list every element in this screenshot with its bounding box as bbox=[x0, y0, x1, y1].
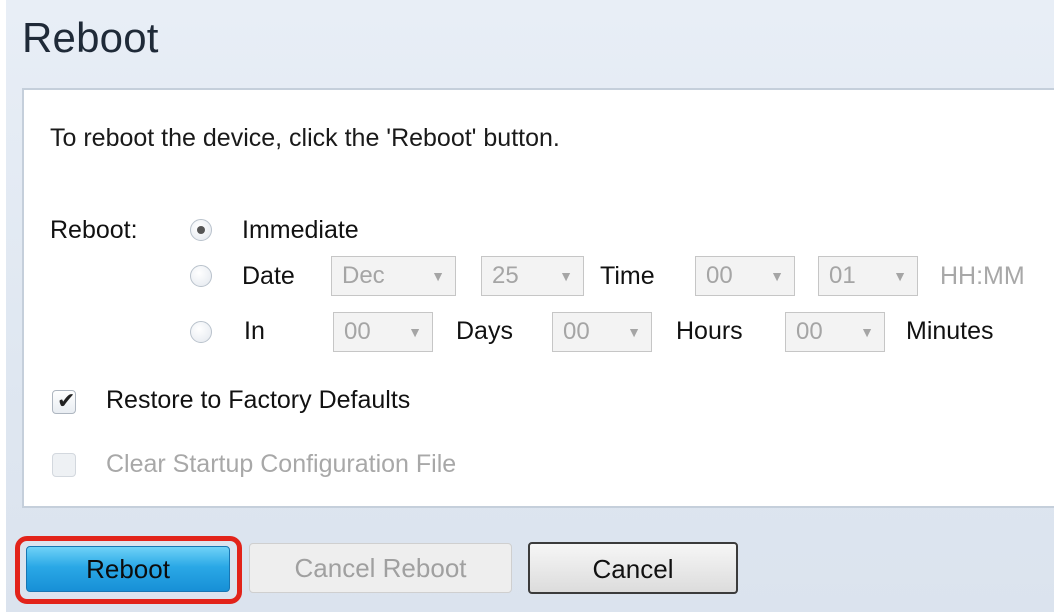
day-select[interactable]: 25 ▼ bbox=[481, 256, 584, 296]
minute-value: 01 bbox=[829, 262, 856, 289]
chevron-down-icon: ▼ bbox=[860, 324, 874, 340]
minute-select[interactable]: 01 ▼ bbox=[818, 256, 918, 296]
reboot-page: Reboot To reboot the device, click the '… bbox=[0, 0, 1054, 612]
hours-select[interactable]: 00 ▼ bbox=[552, 312, 652, 352]
radio-date[interactable] bbox=[190, 265, 212, 287]
in-label: In bbox=[244, 317, 265, 345]
days-value: 00 bbox=[344, 318, 371, 345]
radio-in[interactable] bbox=[190, 321, 212, 343]
minutes-label: Minutes bbox=[906, 317, 994, 345]
restore-defaults-label: Restore to Factory Defaults bbox=[106, 386, 411, 414]
reboot-label: Reboot: bbox=[50, 216, 138, 244]
clear-startup-checkbox[interactable] bbox=[52, 453, 76, 477]
chevron-down-icon: ▼ bbox=[893, 268, 907, 284]
chevron-down-icon: ▼ bbox=[627, 324, 641, 340]
hours-value: 00 bbox=[563, 318, 590, 345]
minutes-value: 00 bbox=[796, 318, 823, 345]
cancel-reboot-button[interactable]: Cancel Reboot bbox=[249, 543, 512, 593]
time-label: Time bbox=[600, 262, 655, 290]
checkmark-icon: ✔ bbox=[57, 388, 76, 413]
page-left-edge bbox=[0, 0, 6, 612]
date-label: Date bbox=[242, 262, 295, 290]
days-select[interactable]: 00 ▼ bbox=[333, 312, 433, 352]
reboot-button[interactable]: Reboot bbox=[26, 546, 230, 592]
clear-startup-label: Clear Startup Configuration File bbox=[106, 450, 457, 478]
month-value: Dec bbox=[342, 262, 385, 289]
hours-label: Hours bbox=[676, 317, 743, 345]
chevron-down-icon: ▼ bbox=[770, 268, 784, 284]
radio-immediate[interactable] bbox=[190, 219, 212, 241]
time-format-hint: HH:MM bbox=[940, 262, 1025, 290]
hour-value: 00 bbox=[706, 262, 733, 289]
intro-text: To reboot the device, click the 'Reboot'… bbox=[50, 124, 560, 152]
cancel-button[interactable]: Cancel bbox=[528, 542, 738, 594]
chevron-down-icon: ▼ bbox=[431, 268, 445, 284]
day-value: 25 bbox=[492, 262, 519, 289]
minutes-select[interactable]: 00 ▼ bbox=[785, 312, 885, 352]
immediate-label: Immediate bbox=[242, 216, 359, 244]
chevron-down-icon: ▼ bbox=[408, 324, 422, 340]
restore-defaults-checkbox[interactable]: ✔ bbox=[52, 388, 76, 414]
days-label: Days bbox=[456, 317, 513, 345]
chevron-down-icon: ▼ bbox=[559, 268, 573, 284]
page-title: Reboot bbox=[22, 14, 159, 61]
hour-select[interactable]: 00 ▼ bbox=[695, 256, 795, 296]
month-select[interactable]: Dec ▼ bbox=[331, 256, 456, 296]
